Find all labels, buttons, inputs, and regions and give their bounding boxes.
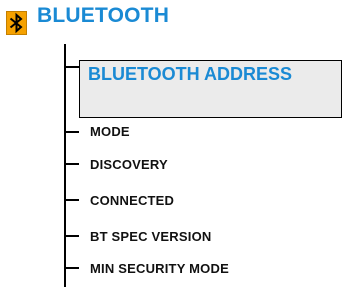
menu-item-discovery[interactable]: DISCOVERY	[90, 157, 168, 173]
menu-item-connected[interactable]: CONNECTED	[90, 193, 174, 209]
tree-connector	[64, 44, 66, 287]
menu-item-mode[interactable]: MODE	[90, 124, 130, 140]
tree-branch	[64, 235, 79, 237]
menu-item-bluetooth-address[interactable]: BLUETOOTH ADDRESS	[79, 60, 342, 118]
menu-item-bt-spec-version[interactable]: BT SPEC VERSION	[90, 229, 211, 245]
tree-branch	[64, 131, 79, 133]
menu-item-min-security-mode[interactable]: MIN SECURITY MODE	[90, 261, 229, 277]
tree-branch	[64, 267, 79, 269]
page-title: BLUETOOTH	[37, 4, 170, 27]
tree-branch	[64, 163, 79, 165]
tree-branch	[64, 199, 79, 201]
tree-branch	[64, 66, 79, 68]
bluetooth-icon	[6, 11, 27, 35]
menu-item-label: BLUETOOTH ADDRESS	[88, 64, 293, 84]
